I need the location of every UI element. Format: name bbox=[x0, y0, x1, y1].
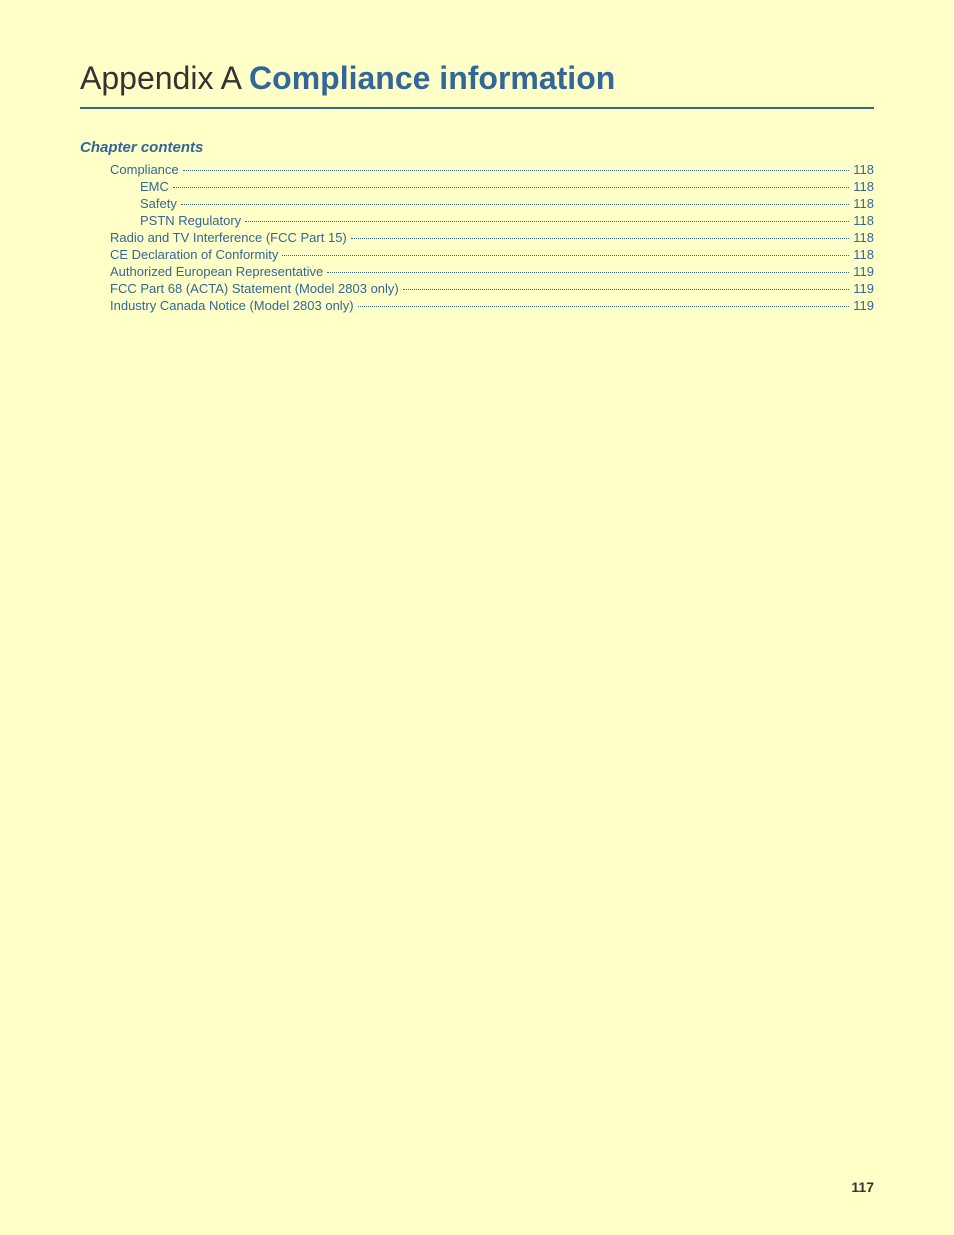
toc-page-number: 119 bbox=[853, 281, 874, 296]
chapter-contents-heading: Chapter contents bbox=[80, 139, 874, 156]
page-title-bold: Compliance information bbox=[249, 60, 615, 96]
toc-page-number: 118 bbox=[853, 213, 874, 228]
toc-item[interactable]: FCC Part 68 (ACTA) Statement (Model 2803… bbox=[80, 281, 874, 296]
toc-item[interactable]: Compliance 118 bbox=[80, 162, 874, 177]
toc-dots bbox=[327, 272, 849, 273]
toc-dots bbox=[351, 238, 850, 239]
toc-label[interactable]: PSTN Regulatory bbox=[140, 213, 241, 228]
toc-page-number: 119 bbox=[853, 264, 874, 279]
toc-item[interactable]: CE Declaration of Conformity 118 bbox=[80, 247, 874, 262]
page-title-prefix: Appendix A bbox=[80, 60, 249, 96]
toc-label[interactable]: EMC bbox=[140, 179, 169, 194]
toc-label[interactable]: CE Declaration of Conformity bbox=[110, 247, 278, 262]
toc-dots bbox=[181, 204, 849, 205]
toc-page-number: 118 bbox=[853, 230, 874, 245]
toc-label[interactable]: Safety bbox=[140, 196, 177, 211]
toc-container: Chapter contents Compliance118EMC118Safe… bbox=[80, 139, 874, 313]
page-number: 117 bbox=[851, 1179, 874, 1195]
toc-page-number: 118 bbox=[853, 179, 874, 194]
toc-label[interactable]: Radio and TV Interference (FCC Part 15) bbox=[110, 230, 347, 245]
toc-dots bbox=[282, 255, 849, 256]
toc-label[interactable]: Compliance bbox=[110, 162, 179, 177]
toc-dots bbox=[403, 289, 850, 290]
toc-item[interactable]: PSTN Regulatory 118 bbox=[80, 213, 874, 228]
toc-item[interactable]: Safety 118 bbox=[80, 196, 874, 211]
toc-item[interactable]: EMC 118 bbox=[80, 179, 874, 194]
toc-label[interactable]: FCC Part 68 (ACTA) Statement (Model 2803… bbox=[110, 281, 399, 296]
toc-label[interactable]: Industry Canada Notice (Model 2803 only) bbox=[110, 298, 354, 313]
toc-page-number: 118 bbox=[853, 196, 874, 211]
toc-page-number: 118 bbox=[853, 162, 874, 177]
toc-item[interactable]: Industry Canada Notice (Model 2803 only)… bbox=[80, 298, 874, 313]
page-title: Appendix A Compliance information bbox=[80, 60, 874, 97]
toc-dots bbox=[245, 221, 849, 222]
toc-item[interactable]: Authorized European Representative 119 bbox=[80, 264, 874, 279]
toc-dots bbox=[173, 187, 849, 188]
toc-label[interactable]: Authorized European Representative bbox=[110, 264, 323, 279]
toc-page-number: 118 bbox=[853, 247, 874, 262]
toc-dots bbox=[358, 306, 850, 307]
toc-page-number: 119 bbox=[853, 298, 874, 313]
toc-item[interactable]: Radio and TV Interference (FCC Part 15) 1… bbox=[80, 230, 874, 245]
toc-list: Compliance118EMC118Safety118PSTN Regulat… bbox=[80, 162, 874, 313]
toc-dots bbox=[183, 170, 850, 171]
page: Appendix A Compliance information Chapte… bbox=[0, 0, 954, 1235]
page-header: Appendix A Compliance information bbox=[80, 60, 874, 109]
